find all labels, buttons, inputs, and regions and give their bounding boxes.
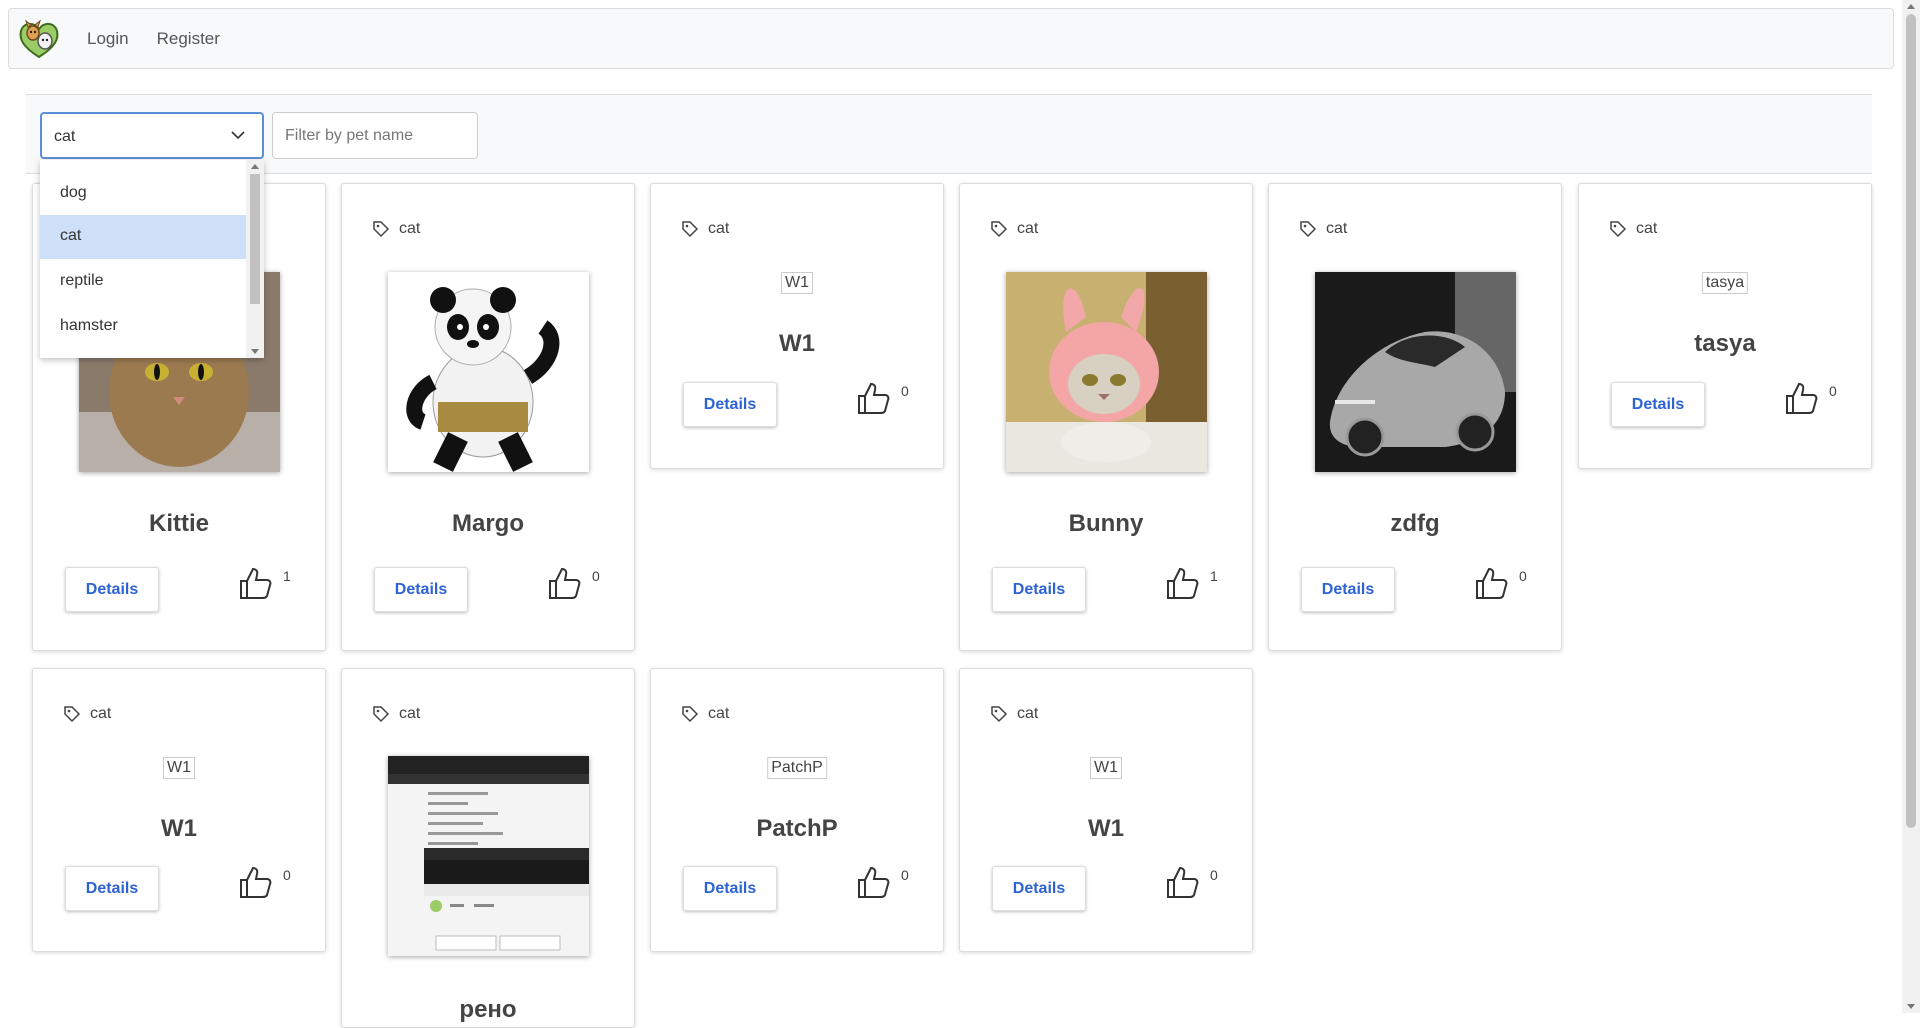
details-button[interactable]: Details <box>1301 567 1395 612</box>
thumbs-up-icon[interactable] <box>1783 380 1819 416</box>
pets-logo-icon[interactable] <box>17 17 61 61</box>
tag-icon <box>373 221 390 238</box>
register-link[interactable]: Register <box>157 29 220 49</box>
option-cat[interactable]: cat <box>40 215 246 259</box>
thumbs-up-icon[interactable] <box>855 864 891 900</box>
pet-card: cat tasya tasya Details 0 <box>1578 183 1872 469</box>
pet-type-tag: cat <box>63 705 111 723</box>
tag-icon <box>373 706 390 723</box>
filter-bar: cat <box>26 94 1872 174</box>
pet-name: Bunny <box>1068 510 1144 537</box>
pet-photo[interactable] <box>1006 272 1207 472</box>
details-button[interactable]: Details <box>374 567 468 612</box>
pet-name: zdfg <box>1390 510 1440 537</box>
pet-name: W1 <box>779 330 815 357</box>
pet-name: Kittie <box>149 510 209 537</box>
thumbs-up-icon[interactable] <box>237 565 273 601</box>
bunny-cat-photo-image <box>1006 272 1207 472</box>
pet-photo[interactable] <box>1315 272 1516 472</box>
chevron-down-icon <box>231 131 245 140</box>
scroll-down-arrow-icon[interactable] <box>1907 1004 1915 1009</box>
pet-name-filter-input[interactable] <box>272 112 478 159</box>
pet-card: cat W1 W1 Details 0 <box>32 668 326 952</box>
like-count: 0 <box>1210 867 1218 883</box>
pet-type-tag: cat <box>990 220 1038 238</box>
login-link[interactable]: Login <box>87 29 129 49</box>
thumbs-up-icon[interactable] <box>1473 565 1509 601</box>
option-reptile[interactable]: reptile <box>40 260 246 304</box>
details-button[interactable]: Details <box>65 866 159 911</box>
scroll-up-arrow-icon[interactable] <box>251 164 259 169</box>
like-count: 0 <box>1829 383 1837 399</box>
pet-name: tasya <box>1694 330 1756 357</box>
car-photo-image <box>1315 272 1516 472</box>
pet-type-selected-value: cat <box>54 128 76 145</box>
dropdown-scrollbar[interactable] <box>246 160 264 358</box>
like-count: 0 <box>1519 568 1527 584</box>
like-count: 1 <box>283 568 291 584</box>
pet-card: cat W1 W1 Details 0 <box>650 183 944 469</box>
page-scrollbar[interactable] <box>1902 0 1920 1013</box>
scroll-down-arrow-icon[interactable] <box>251 349 259 354</box>
pet-name: W1 <box>1088 815 1124 842</box>
like-count: 0 <box>283 867 291 883</box>
thumbs-up-icon[interactable] <box>1164 864 1200 900</box>
broken-image-alt[interactable]: W1 <box>1090 757 1122 779</box>
option-dog[interactable]: dog <box>40 172 246 216</box>
tag-icon <box>682 221 699 238</box>
details-button[interactable]: Details <box>1611 382 1705 427</box>
page-scroll-thumb[interactable] <box>1906 14 1916 828</box>
broken-image-alt[interactable]: tasya <box>1701 272 1749 294</box>
pet-card: cat Bunny Details 1 <box>959 183 1253 651</box>
broken-image-alt[interactable]: W1 <box>163 757 195 779</box>
tag-icon <box>1300 221 1317 238</box>
like-count: 0 <box>592 568 600 584</box>
pet-name: рено <box>459 996 517 1023</box>
pet-name: W1 <box>161 815 197 842</box>
pet-card: cat PatchP PatchP Details 0 <box>650 668 944 952</box>
pet-type-tag: cat <box>372 220 420 238</box>
pet-type-tag: cat <box>990 705 1038 723</box>
pet-name: PatchP <box>756 815 838 842</box>
navbar: Login Register <box>8 8 1894 69</box>
pet-type-tag: cat <box>1299 220 1347 238</box>
thumbs-up-icon[interactable] <box>237 864 273 900</box>
pet-card: cat W1 W1 Details 0 <box>959 668 1253 952</box>
screenshot-photo-image <box>388 756 589 956</box>
pet-type-dropdown-list: dog cat reptile hamster <box>40 160 264 358</box>
pet-photo[interactable] <box>388 272 589 472</box>
scroll-up-arrow-icon[interactable] <box>1907 4 1915 9</box>
pet-type-tag: cat <box>372 705 420 723</box>
tag-icon <box>64 706 81 723</box>
pet-type-select[interactable]: cat <box>40 112 264 159</box>
pet-type-tag: cat <box>681 705 729 723</box>
like-count: 0 <box>901 383 909 399</box>
pet-name: Margo <box>452 510 524 537</box>
panda-photo-image <box>388 272 589 472</box>
details-button[interactable]: Details <box>683 382 777 427</box>
details-button[interactable]: Details <box>992 866 1086 911</box>
pet-type-tag: cat <box>681 220 729 238</box>
dropdown-scroll-thumb[interactable] <box>250 174 260 304</box>
details-button[interactable]: Details <box>683 866 777 911</box>
option-hamster[interactable]: hamster <box>40 305 246 349</box>
tag-icon <box>991 706 1008 723</box>
tag-icon <box>1610 221 1627 238</box>
details-button[interactable]: Details <box>992 567 1086 612</box>
broken-image-alt[interactable]: W1 <box>781 272 813 294</box>
broken-image-alt[interactable]: PatchP <box>767 757 827 779</box>
tag-icon <box>991 221 1008 238</box>
pet-card: cat Margo Details 0 <box>341 183 635 651</box>
tag-icon <box>682 706 699 723</box>
pet-card: cat zdfg Details 0 <box>1268 183 1562 651</box>
pet-type-tag: cat <box>1609 220 1657 238</box>
thumbs-up-icon[interactable] <box>546 565 582 601</box>
details-button[interactable]: Details <box>65 567 159 612</box>
like-count: 1 <box>1210 568 1218 584</box>
pet-card: cat рено <box>341 668 635 1028</box>
thumbs-up-icon[interactable] <box>1164 565 1200 601</box>
like-count: 0 <box>901 867 909 883</box>
thumbs-up-icon[interactable] <box>855 380 891 416</box>
pet-photo[interactable] <box>388 756 589 956</box>
